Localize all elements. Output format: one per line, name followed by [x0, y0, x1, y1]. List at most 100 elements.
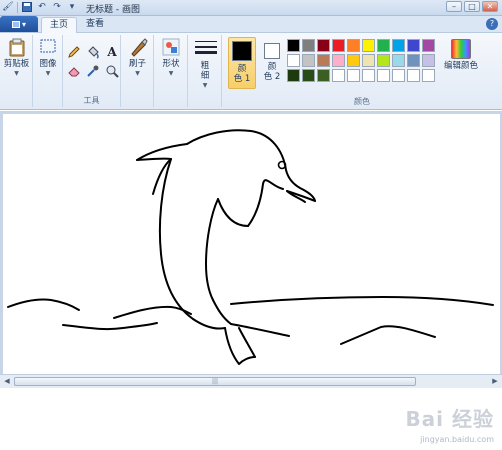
clipboard-icon	[7, 37, 27, 57]
tab-home[interactable]: 主页	[41, 17, 78, 33]
fill-icon[interactable]	[85, 44, 101, 60]
palette-swatch[interactable]	[422, 54, 435, 67]
scroll-left-icon[interactable]: ◀	[1, 376, 13, 387]
chevron-down-icon: ▼	[168, 70, 174, 77]
color-palette	[287, 39, 435, 82]
palette-swatch[interactable]	[362, 54, 375, 67]
palette-swatch[interactable]	[347, 69, 360, 82]
palette-swatch[interactable]	[317, 54, 330, 67]
palette-swatch[interactable]	[332, 69, 345, 82]
shapes-icon	[161, 37, 181, 57]
palette-swatch[interactable]	[407, 69, 420, 82]
select-icon	[38, 37, 58, 57]
palette-swatch[interactable]	[362, 69, 375, 82]
minimize-icon[interactable]: –	[446, 1, 462, 12]
palette-swatch[interactable]	[287, 69, 300, 82]
palette-swatch[interactable]	[317, 69, 330, 82]
tools-group-label: 工具	[83, 96, 100, 105]
size-label-line2: 细	[200, 71, 210, 81]
maximize-icon[interactable]: □	[464, 1, 480, 12]
chevron-down-icon: ▼	[14, 70, 19, 77]
color1-button[interactable]: 颜 色 1	[228, 37, 256, 89]
palette-swatch[interactable]	[362, 39, 375, 52]
shapes-label: 形状	[162, 59, 180, 69]
palette-swatch[interactable]	[377, 69, 390, 82]
title-bar: 🖌 ↶ ↷ ▾ 无标题 - 画图 – □ ✕	[0, 0, 502, 16]
watermark-logo: Bai 经验	[405, 407, 494, 431]
colors-group-label: 颜色	[354, 97, 370, 106]
chevron-down-icon: ▼	[202, 82, 208, 89]
palette-swatch[interactable]	[302, 39, 315, 52]
palette-swatch[interactable]	[392, 39, 405, 52]
drawing-canvas[interactable]	[3, 114, 500, 381]
palette-swatch[interactable]	[422, 39, 435, 52]
ribbon-tab-row: ▾ 主页 查看 ?	[0, 16, 502, 33]
brushes-button[interactable]: 刷子 ▼	[123, 37, 152, 79]
save-icon[interactable]	[21, 1, 33, 13]
chevron-down-icon: ▼	[45, 70, 51, 77]
color2-label-line2: 色 2	[263, 72, 281, 82]
tools-grid: A	[66, 44, 120, 79]
ribbon: 剪贴板 ▼ 图像 ▼ A 工具 刷子 ▼ 形状 ▼ 粗 细 ▼ 颜 色 1 颜 …	[0, 33, 502, 110]
edit-colors-label: 编辑颜色	[443, 61, 478, 71]
redo-icon[interactable]: ↷	[51, 1, 63, 13]
palette-swatch[interactable]	[392, 54, 405, 67]
chevron-down-icon: ▾	[21, 19, 26, 29]
scroll-right-icon[interactable]: ▶	[489, 376, 501, 387]
horizontal-scrollbar[interactable]: ◀ ||| ▶	[0, 374, 502, 388]
size-button[interactable]: 粗 细 ▼	[192, 39, 218, 91]
tools-group: A 工具	[63, 35, 121, 107]
palette-swatch[interactable]	[377, 39, 390, 52]
color2-label-line1: 颜	[267, 62, 277, 72]
help-icon[interactable]: ?	[486, 18, 498, 30]
window-controls: – □ ✕	[446, 1, 498, 12]
image-group: 图像 ▼	[33, 35, 63, 107]
close-icon[interactable]: ✕	[482, 1, 498, 12]
palette-swatch[interactable]	[302, 54, 315, 67]
canvas-workarea	[0, 111, 502, 385]
palette-swatch[interactable]	[287, 54, 300, 67]
undo-icon[interactable]: ↶	[36, 1, 48, 13]
size-group: 粗 细 ▼	[188, 35, 222, 107]
edit-colors-button[interactable]: 编辑颜色	[441, 39, 481, 71]
paint-menu-button[interactable]: ▾	[0, 16, 38, 32]
color2-swatch	[264, 43, 280, 59]
chevron-down-icon: ▼	[135, 70, 140, 77]
color2-button[interactable]: 颜 色 2	[258, 37, 286, 89]
magnifier-icon[interactable]	[104, 63, 120, 79]
paint-app-icon[interactable]: 🖌	[2, 1, 14, 13]
palette-swatch[interactable]	[302, 69, 315, 82]
shapes-button[interactable]: 形状 ▼	[157, 37, 185, 79]
scrollbar-thumb[interactable]: |||	[14, 377, 416, 386]
brush-icon	[128, 37, 148, 57]
line-width-icon	[195, 39, 217, 59]
qat-dropdown-icon[interactable]: ▾	[66, 1, 78, 13]
palette-swatch[interactable]	[332, 54, 345, 67]
eraser-icon[interactable]	[66, 63, 82, 79]
brushes-group: 刷子 ▼	[121, 35, 154, 107]
clipboard-label: 剪贴板	[3, 59, 30, 69]
qat-separator	[17, 1, 18, 13]
clipboard-group: 剪贴板 ▼	[0, 35, 33, 107]
palette-swatch[interactable]	[422, 69, 435, 82]
dolphin-drawing	[7, 129, 494, 365]
palette-swatch[interactable]	[347, 39, 360, 52]
window-title: 无标题 - 画图	[86, 5, 140, 15]
color-picker-icon[interactable]	[85, 63, 101, 79]
below-window-area: Bai 经验 jingyan.baidu.com	[0, 388, 502, 450]
palette-swatch[interactable]	[317, 39, 330, 52]
palette-swatch[interactable]	[287, 39, 300, 52]
palette-swatch[interactable]	[407, 39, 420, 52]
palette-swatch[interactable]	[377, 54, 390, 67]
palette-swatch[interactable]	[407, 54, 420, 67]
tab-view[interactable]: 查看	[78, 17, 112, 33]
palette-swatch[interactable]	[392, 69, 405, 82]
image-button[interactable]: 图像 ▼	[35, 37, 61, 79]
text-icon[interactable]: A	[104, 44, 120, 60]
palette-swatch[interactable]	[347, 54, 360, 67]
watermark-url: jingyan.baidu.com	[420, 435, 494, 444]
clipboard-button[interactable]: 剪贴板 ▼	[2, 37, 31, 79]
pencil-icon[interactable]	[66, 44, 82, 60]
brushes-label: 刷子	[128, 59, 146, 69]
palette-swatch[interactable]	[332, 39, 345, 52]
